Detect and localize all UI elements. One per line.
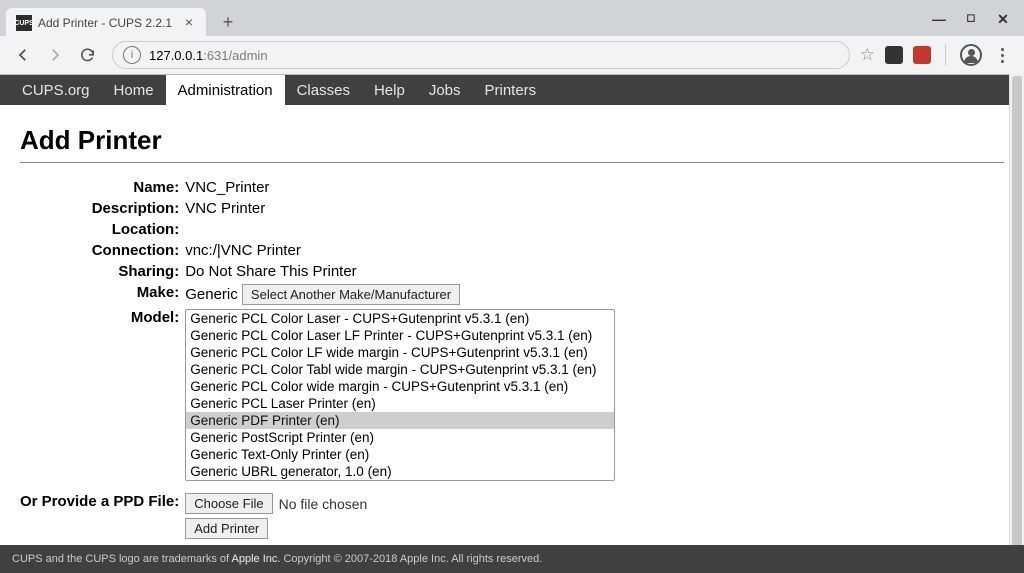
- model-option[interactable]: Generic PCL Color Laser LF Printer - CUP…: [186, 327, 614, 344]
- toolbar-divider: [945, 44, 946, 66]
- value-name: VNC_Printer: [185, 177, 615, 198]
- forward-button[interactable]: [40, 40, 70, 70]
- choose-file-button[interactable]: Choose File: [185, 493, 272, 514]
- value-connection: vnc:/|VNC Printer: [185, 240, 615, 261]
- page-scrollbar[interactable]: [1009, 74, 1024, 573]
- new-tab-button[interactable]: +: [214, 8, 242, 36]
- bookmark-star-icon[interactable]: ☆: [860, 45, 875, 65]
- nav-item-home[interactable]: Home: [102, 75, 166, 105]
- browser-chrome: CUPS Add Printer - CUPS 2.2.1 × + — ◻ ✕ …: [0, 0, 1024, 75]
- model-option[interactable]: Generic UBRL generator, 1.0 (en): [186, 463, 614, 480]
- scrollbar-thumb[interactable]: [1012, 76, 1022, 571]
- value-location: [185, 219, 615, 240]
- add-printer-button[interactable]: Add Printer: [185, 518, 268, 539]
- model-option[interactable]: Generic PCL Color LF wide margin - CUPS+…: [186, 344, 614, 361]
- label-connection: Connection:: [20, 240, 185, 261]
- page-title: Add Printer: [20, 125, 1004, 156]
- site-info-icon[interactable]: i: [123, 46, 141, 64]
- reload-button[interactable]: [72, 40, 102, 70]
- toolbar-actions: ☆: [860, 44, 1016, 66]
- model-select[interactable]: Generic PCL Color Laser - CUPS+Gutenprin…: [185, 309, 615, 481]
- value-description: VNC Printer: [185, 198, 615, 219]
- minimize-icon[interactable]: —: [932, 11, 946, 25]
- tab-title: Add Printer - CUPS 2.2.1: [38, 16, 176, 30]
- footer: CUPS and the CUPS logo are trademarks of…: [0, 545, 1024, 573]
- file-status-label: No file chosen: [279, 496, 368, 512]
- tab-bar: CUPS Add Printer - CUPS 2.2.1 × + — ◻ ✕: [0, 0, 1024, 36]
- content-area: Add Printer Name: VNC_Printer Descriptio…: [0, 105, 1024, 551]
- url-text: 127.0.0.1:631/admin: [149, 48, 268, 63]
- favicon: CUPS: [16, 15, 32, 31]
- cups-top-nav: CUPS.orgHomeAdministrationClassesHelpJob…: [0, 75, 1024, 105]
- model-option[interactable]: Generic PCL Color wide margin - CUPS+Gut…: [186, 378, 614, 395]
- model-option[interactable]: Generic PDF Printer (en): [186, 412, 614, 429]
- page-body: CUPS.orgHomeAdministrationClassesHelpJob…: [0, 75, 1024, 551]
- model-option[interactable]: Generic PCL Laser Printer (en): [186, 395, 614, 412]
- nav-item-admin[interactable]: Administration: [166, 75, 285, 105]
- model-option[interactable]: Generic PostScript Printer (en): [186, 429, 614, 446]
- nav-item-classes[interactable]: Classes: [285, 75, 362, 105]
- address-bar[interactable]: i 127.0.0.1:631/admin: [112, 41, 850, 69]
- footer-text-prefix: CUPS and the CUPS logo are trademarks of: [12, 553, 232, 565]
- model-option[interactable]: Generic Text-Only Printer (en): [186, 446, 614, 463]
- close-window-icon[interactable]: ✕: [996, 11, 1010, 25]
- label-description: Description:: [20, 198, 185, 219]
- footer-text-suffix: Copyright © 2007-2018 Apple Inc. All rig…: [280, 553, 542, 565]
- browser-toolbar: i 127.0.0.1:631/admin ☆: [0, 36, 1024, 74]
- model-option[interactable]: Generic PCL Color Tabl wide margin - CUP…: [186, 361, 614, 378]
- nav-item-cups-org[interactable]: CUPS.org: [10, 75, 102, 105]
- printer-form: Name: VNC_Printer Description: VNC Print…: [20, 177, 615, 541]
- title-rule: [20, 162, 1004, 163]
- value-make: Generic: [185, 286, 238, 303]
- window-controls: — ◻ ✕: [932, 0, 1024, 36]
- close-tab-icon[interactable]: ×: [182, 16, 196, 30]
- nav-item-help[interactable]: Help: [362, 75, 417, 105]
- label-ppd: Or Provide a PPD File:: [20, 491, 185, 516]
- label-model: Model:: [20, 307, 185, 483]
- maximize-icon[interactable]: ◻: [964, 11, 978, 25]
- select-make-button[interactable]: Select Another Make/Manufacturer: [242, 284, 460, 305]
- label-location: Location:: [20, 219, 185, 240]
- browser-tab-active[interactable]: CUPS Add Printer - CUPS 2.2.1 ×: [6, 8, 206, 38]
- value-sharing: Do Not Share This Printer: [185, 261, 615, 282]
- profile-avatar-icon[interactable]: [960, 44, 982, 66]
- label-name: Name:: [20, 177, 185, 198]
- nav-item-jobs[interactable]: Jobs: [417, 75, 473, 105]
- back-button[interactable]: [8, 40, 38, 70]
- browser-menu-icon[interactable]: [992, 48, 1012, 63]
- extension-icon-1[interactable]: [885, 46, 903, 64]
- label-sharing: Sharing:: [20, 261, 185, 282]
- model-option[interactable]: Generic PCL Color Laser - CUPS+Gutenprin…: [186, 310, 614, 327]
- footer-apple-link[interactable]: Apple Inc.: [232, 553, 281, 565]
- label-make: Make:: [20, 282, 185, 307]
- extension-icon-ublock[interactable]: [913, 46, 931, 64]
- nav-item-printers[interactable]: Printers: [473, 75, 549, 105]
